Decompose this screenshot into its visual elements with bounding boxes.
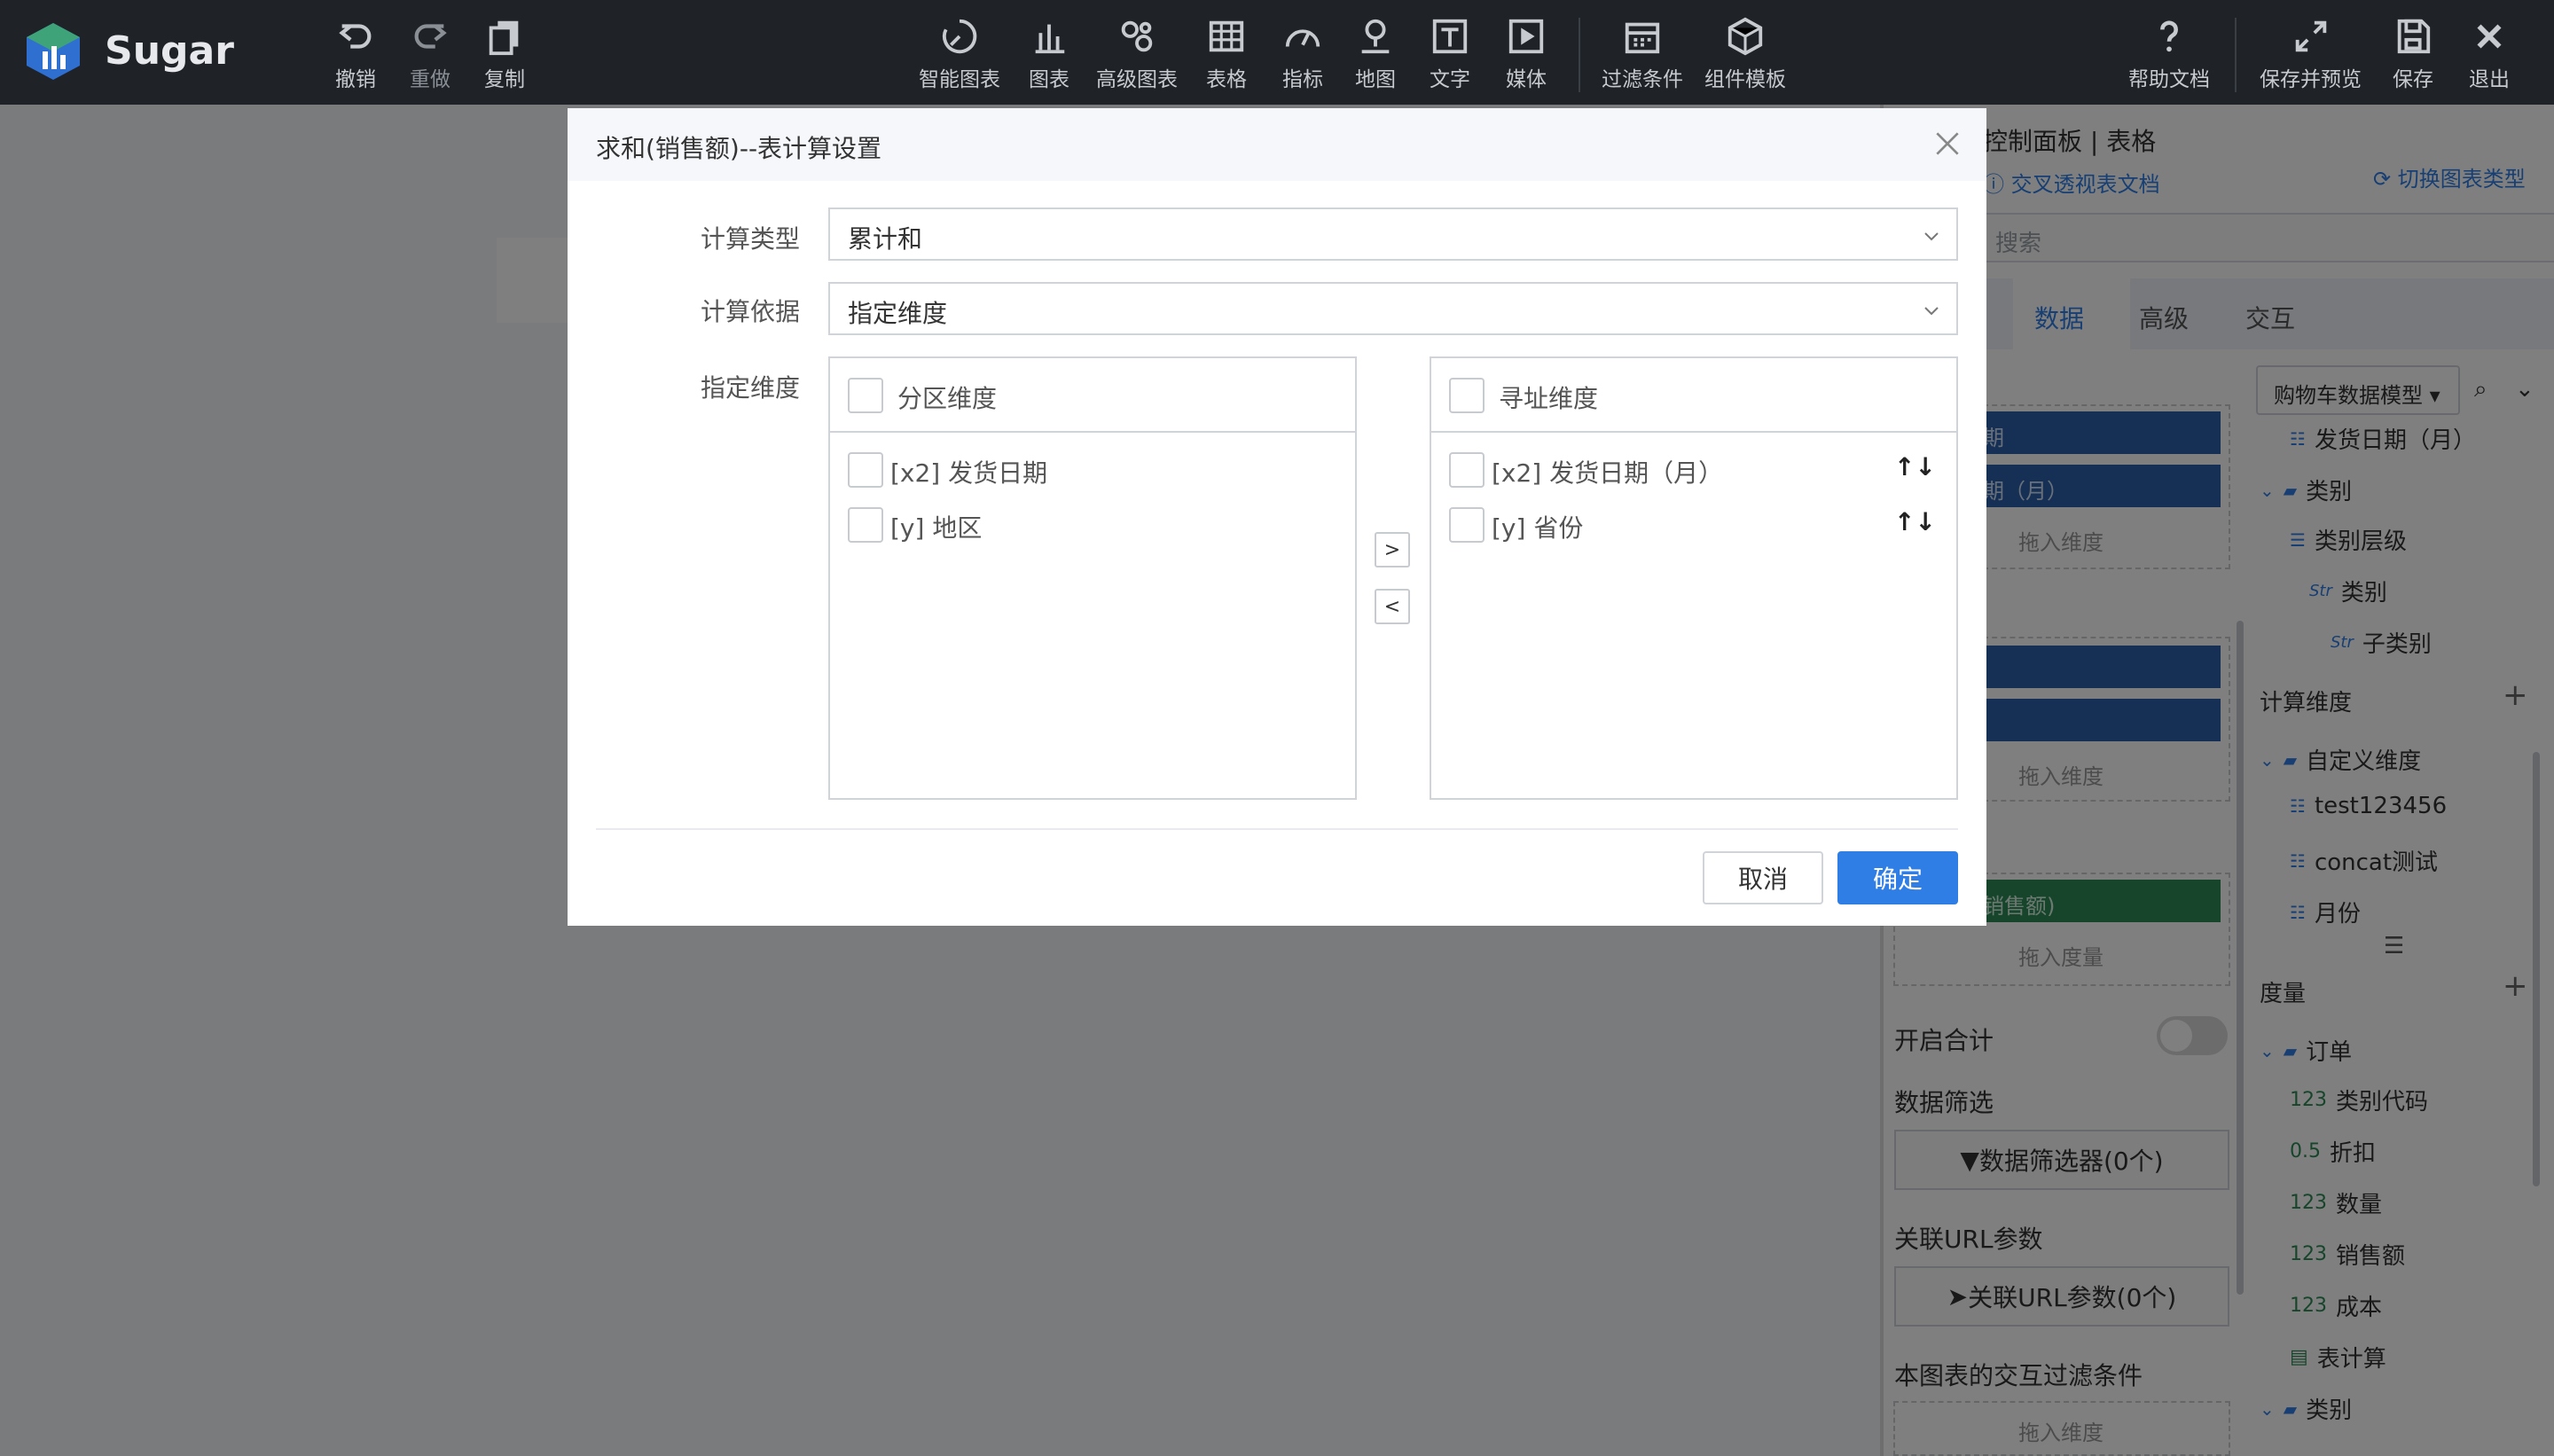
partition-panel-header: 分区维度 bbox=[830, 358, 1355, 433]
addressing-item-label: [x2] 发货日期（月） bbox=[1492, 458, 1724, 488]
chart-label: 图表 bbox=[1029, 68, 1069, 91]
map-button[interactable]: 地图 bbox=[1355, 16, 1396, 92]
sugar-logo-icon bbox=[27, 23, 80, 80]
redo-button[interactable]: 重做 bbox=[410, 16, 450, 92]
calc-type-label: 计算类型 bbox=[701, 224, 801, 254]
copy-label: 复制 bbox=[484, 68, 525, 91]
calc-basis-label: 计算依据 bbox=[701, 297, 801, 326]
calc-basis-select[interactable]: 指定维度 bbox=[828, 282, 1958, 335]
component-template-button[interactable]: 组件模板 bbox=[1704, 16, 1786, 92]
sort-arrows-icon[interactable]: ↑↓ bbox=[1894, 507, 1936, 536]
close-x-icon bbox=[2477, 24, 2502, 49]
gauge-icon bbox=[1285, 29, 1320, 47]
indicator-button[interactable]: 指标 bbox=[1282, 16, 1323, 92]
exit-label: 退出 bbox=[2469, 68, 2510, 91]
media-label: 媒体 bbox=[1506, 68, 1547, 91]
advanced-chart-label: 高级图表 bbox=[1096, 68, 1178, 91]
close-icon[interactable] bbox=[1930, 126, 1965, 161]
dialog-title: 求和(销售额)--表计算设置 bbox=[596, 134, 882, 163]
media-play-icon bbox=[1508, 19, 1544, 54]
partition-item-checkbox[interactable] bbox=[848, 507, 883, 543]
partition-header-label: 分区维度 bbox=[897, 384, 998, 413]
help-question-icon bbox=[2160, 20, 2178, 52]
text-button[interactable]: 文字 bbox=[1430, 16, 1470, 92]
cancel-button[interactable]: 取消 bbox=[1703, 851, 1823, 904]
partition-item-label: [y] 地区 bbox=[890, 513, 983, 543]
calc-basis-value: 指定维度 bbox=[848, 299, 948, 328]
advanced-chart-icon bbox=[1121, 20, 1153, 52]
save-button[interactable]: 保存 bbox=[2393, 16, 2433, 92]
move-right-button[interactable]: > bbox=[1375, 532, 1410, 568]
redo-label: 重做 bbox=[410, 68, 450, 91]
addressing-panel-header: 寻址维度 bbox=[1431, 358, 1956, 433]
addressing-item-checkbox[interactable] bbox=[1449, 507, 1485, 543]
chart-button[interactable]: 图表 bbox=[1029, 16, 1069, 92]
calc-type-select[interactable]: 累计和 bbox=[828, 207, 1958, 261]
table-icon bbox=[1209, 20, 1244, 52]
expand-arrows-icon bbox=[2295, 20, 2326, 52]
addressing-dimension-panel: 寻址维度 [x2] 发货日期（月） ↑↓ [y] 省份 ↑↓ bbox=[1430, 356, 1958, 800]
filter-condition-button[interactable]: 过滤条件 bbox=[1602, 16, 1683, 92]
addressing-item-label: [y] 省份 bbox=[1492, 513, 1584, 543]
addressing-item-checkbox[interactable] bbox=[1449, 452, 1485, 488]
cube-template-icon bbox=[1727, 17, 1763, 56]
advanced-chart-button[interactable]: 高级图表 bbox=[1096, 16, 1178, 92]
redo-icon bbox=[414, 24, 447, 49]
component-template-label: 组件模板 bbox=[1704, 68, 1786, 91]
help-doc-button[interactable]: 帮助文档 bbox=[2128, 16, 2210, 92]
filter-condition-label: 过滤条件 bbox=[1602, 68, 1683, 91]
table-calc-settings-dialog: 求和(销售额)--表计算设置 计算类型 累计和 计算依据 指定维度 指定维度 分… bbox=[568, 108, 1986, 926]
chevron-down-icon bbox=[1924, 307, 1939, 316]
save-floppy-icon bbox=[2397, 19, 2431, 54]
partition-item-label: [x2] 发货日期 bbox=[890, 458, 1048, 488]
undo-button[interactable]: 撤销 bbox=[335, 16, 376, 92]
help-doc-label: 帮助文档 bbox=[2128, 68, 2210, 91]
exit-button[interactable]: 退出 bbox=[2469, 16, 2510, 92]
calc-type-value: 累计和 bbox=[848, 224, 923, 254]
sort-arrows-icon[interactable]: ↑↓ bbox=[1894, 452, 1936, 481]
top-toolbar: Sugar 撤销 重做 复制 智能图表 图表 高级图表 表格 指标 地图 文字 bbox=[0, 0, 2554, 105]
brand-name: Sugar bbox=[105, 28, 234, 74]
chevron-down-icon bbox=[1924, 232, 1939, 241]
table-label: 表格 bbox=[1206, 68, 1247, 91]
addressing-select-all-checkbox[interactable] bbox=[1449, 378, 1485, 413]
map-pin-icon bbox=[1361, 19, 1390, 54]
copy-button[interactable]: 复制 bbox=[484, 16, 525, 92]
undo-label: 撤销 bbox=[335, 68, 376, 91]
toolbar-separator bbox=[2235, 18, 2237, 92]
smart-chart-button[interactable]: 智能图表 bbox=[919, 16, 1000, 92]
copy-icon bbox=[489, 20, 519, 56]
text-icon bbox=[1432, 19, 1468, 54]
calendar-filter-icon bbox=[1625, 22, 1660, 54]
partition-dimension-panel: 分区维度 [x2] 发货日期 [y] 地区 bbox=[828, 356, 1357, 800]
map-label: 地图 bbox=[1355, 68, 1396, 91]
dialog-divider bbox=[596, 828, 1958, 830]
smart-chart-icon bbox=[942, 19, 977, 54]
save-preview-label: 保存并预览 bbox=[2260, 68, 2362, 91]
undo-icon bbox=[339, 24, 372, 49]
confirm-button[interactable]: 确定 bbox=[1837, 851, 1958, 904]
media-button[interactable]: 媒体 bbox=[1506, 16, 1547, 92]
table-button[interactable]: 表格 bbox=[1206, 16, 1247, 92]
move-left-button[interactable]: < bbox=[1375, 589, 1410, 624]
text-label: 文字 bbox=[1430, 68, 1470, 91]
save-label: 保存 bbox=[2393, 68, 2433, 91]
partition-select-all-checkbox[interactable] bbox=[848, 378, 883, 413]
bar-chart-icon bbox=[1035, 24, 1065, 54]
indicator-label: 指标 bbox=[1282, 68, 1323, 91]
partition-item-checkbox[interactable] bbox=[848, 452, 883, 488]
addressing-header-label: 寻址维度 bbox=[1499, 384, 1599, 413]
toolbar-separator bbox=[1579, 18, 1580, 92]
smart-chart-label: 智能图表 bbox=[919, 68, 1000, 91]
specified-dims-label: 指定维度 bbox=[701, 373, 801, 403]
save-preview-button[interactable]: 保存并预览 bbox=[2260, 16, 2362, 92]
